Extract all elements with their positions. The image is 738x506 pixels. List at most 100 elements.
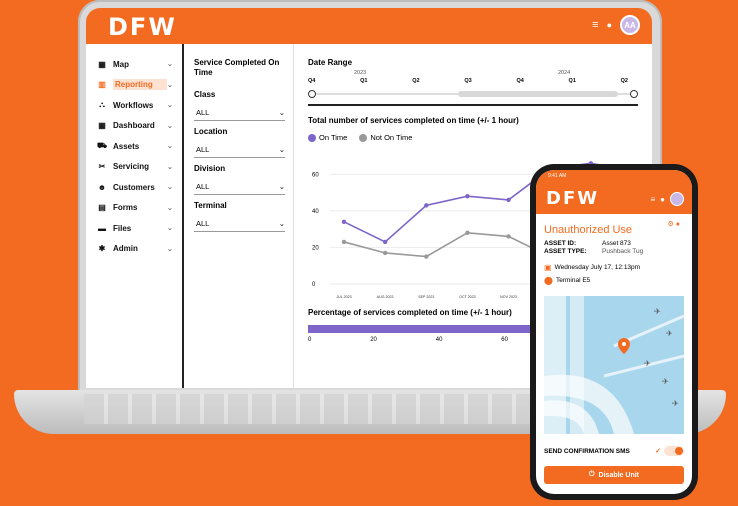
svg-text:✈: ✈: [672, 399, 679, 408]
sidebar-item-dashboard[interactable]: ▦ Dashboard ⌄: [96, 116, 182, 137]
svg-text:✈: ✈: [654, 307, 661, 316]
chevron-down-icon: ⌄: [278, 108, 285, 117]
year-labels: 2023 2024: [308, 67, 652, 77]
slider-end-handle[interactable]: [630, 90, 638, 98]
chevron-down-icon: ⌄: [167, 122, 173, 130]
location-row: ⬤ Terminal E5: [536, 276, 692, 285]
alert-date: Wednesday July 17, 12:13pm: [554, 264, 641, 271]
grid-icon: ▦: [98, 121, 106, 131]
y-tick-label: 20: [312, 245, 319, 251]
class-select[interactable]: ALL ⌄: [194, 99, 285, 121]
alert-location: Terminal E5: [555, 277, 591, 284]
asset-type-value: Pushback Tug: [602, 248, 644, 255]
y-tick-label: 0: [312, 282, 316, 288]
terminal-value: ALL: [196, 219, 210, 228]
quarter-label: Q1: [360, 78, 368, 84]
class-value: ALL: [196, 108, 210, 117]
sidebar-item-customers[interactable]: ☻ Customers ⌄: [96, 177, 182, 198]
chevron-down-icon: ⌄: [167, 102, 173, 110]
bell-icon[interactable]: ●: [660, 195, 665, 204]
sms-toggle[interactable]: [664, 446, 684, 456]
legend-on-time[interactable]: On Time: [308, 133, 347, 142]
data-point[interactable]: [424, 253, 429, 259]
x-tick-label: OCT 2023: [459, 295, 476, 299]
chevron-down-icon: ⌄: [167, 245, 173, 253]
menu-icon[interactable]: ≡: [592, 19, 598, 31]
tick-label: 60: [501, 336, 508, 343]
tick-label: 40: [435, 336, 443, 343]
data-point[interactable]: [506, 197, 511, 202]
sidebar-item-forms[interactable]: ▤ Forms ⌄: [96, 198, 182, 219]
quarter-label: Q2: [620, 78, 628, 84]
asset-id-row: ASSET ID: Asset 873: [536, 240, 692, 247]
chevron-down-icon: ⌄: [167, 163, 173, 171]
chevron-down-icon: ⌄: [167, 81, 173, 89]
tools-icon: ✂: [98, 162, 106, 172]
chart-icon: ▥: [98, 80, 106, 90]
check-icon: ✓: [655, 448, 661, 455]
data-point[interactable]: [382, 250, 388, 255]
calendar-icon: ▣: [544, 263, 552, 272]
date-range-slider[interactable]: [308, 90, 638, 98]
sidebar-item-assets[interactable]: ⛟ Assets ⌄: [96, 136, 182, 157]
location-select[interactable]: ALL ⌄: [194, 136, 285, 158]
year-label: 2024: [558, 70, 571, 76]
chevron-down-icon: ⌄: [167, 184, 173, 192]
sidebar-item-servicing[interactable]: ✂ Servicing ⌄: [96, 157, 182, 178]
divider: [308, 104, 638, 106]
y-tick-label: 40: [312, 208, 319, 214]
svg-text:✈: ✈: [666, 329, 673, 338]
sms-toggle-row: SEND CONFIRMATION SMS ✓: [544, 446, 684, 456]
sidebar-item-label: Workflows: [113, 100, 154, 110]
sidebar-item-label: Dashboard: [113, 121, 155, 131]
sidebar-item-files[interactable]: ▬ Files ⌄: [96, 218, 182, 239]
svg-text:✈: ✈: [644, 359, 651, 368]
chevron-down-icon: ⌄: [278, 145, 285, 154]
percentage-fill: [308, 324, 548, 333]
slider-start-handle[interactable]: [308, 90, 316, 98]
quarter-label: Q4: [308, 78, 316, 84]
year-label: 2023: [354, 70, 367, 76]
legend-dot: [308, 133, 316, 142]
legend-dot: [359, 133, 368, 142]
data-point[interactable]: [341, 239, 347, 244]
sidebar-item-reporting[interactable]: ▥ Reporting ⌄: [96, 75, 182, 96]
data-point[interactable]: [424, 202, 429, 208]
x-tick-label: SEP 2023: [418, 295, 434, 299]
sidebar: ▦ Map ⌄ ▥ Reporting ⌄ ⛬ Workflows ⌄ ▦ Dashboard ⌄ ⛟ A…: [86, 44, 184, 388]
users-icon: ☻: [97, 182, 107, 192]
date-range-title: Date Range: [308, 58, 353, 67]
quarter-label: Q2: [412, 78, 420, 84]
data-point[interactable]: [341, 219, 347, 224]
map[interactable]: ✈ ✈ ✈ ✈ ✈: [544, 296, 684, 434]
car-icon: ⛟: [96, 141, 108, 151]
menu-icon[interactable]: ≡: [650, 195, 655, 204]
slider-selection[interactable]: [458, 91, 618, 97]
disable-unit-button[interactable]: ⏻ Disable Unit: [544, 466, 684, 484]
filters-title: Service Completed On Time: [194, 58, 280, 77]
data-point[interactable]: [382, 239, 388, 244]
data-point[interactable]: [465, 230, 470, 235]
phone-screen: 9:41 AM DFW ≡ ● Unauthorized Use ⚙ ● ASS…: [536, 170, 692, 494]
bell-icon[interactable]: ●: [607, 20, 612, 30]
toggle-knob: [675, 447, 683, 455]
terminal-select[interactable]: ALL ⌄: [194, 210, 285, 232]
division-select[interactable]: ALL ⌄: [194, 173, 285, 195]
legend-not-on-time[interactable]: Not On Time: [359, 133, 412, 142]
data-point[interactable]: [506, 233, 511, 239]
map-graphic: ✈ ✈ ✈ ✈ ✈: [544, 296, 684, 434]
phone: 9:41 AM DFW ≡ ● Unauthorized Use ⚙ ● ASS…: [530, 164, 698, 500]
sidebar-item-workflows[interactable]: ⛬ Workflows ⌄: [96, 95, 182, 116]
avatar[interactable]: [670, 192, 684, 206]
sidebar-item-label: Map: [113, 59, 129, 69]
phone-top-bar: 9:41 AM DFW ≡ ●: [536, 170, 692, 214]
data-point[interactable]: [465, 193, 470, 198]
sidebar-item-admin[interactable]: ✱ Admin ⌄: [96, 239, 182, 260]
date-row: ▣ Wednesday July 17, 12:13pm: [536, 263, 692, 272]
chart-legend: On Time Not On Time: [308, 133, 652, 142]
avatar[interactable]: AA: [620, 15, 640, 35]
location-value: ALL: [196, 145, 210, 154]
sidebar-item-label: Assets: [113, 141, 140, 151]
x-tick-label: AUG 2023: [377, 295, 394, 299]
sidebar-item-map[interactable]: ▦ Map ⌄: [96, 54, 182, 75]
